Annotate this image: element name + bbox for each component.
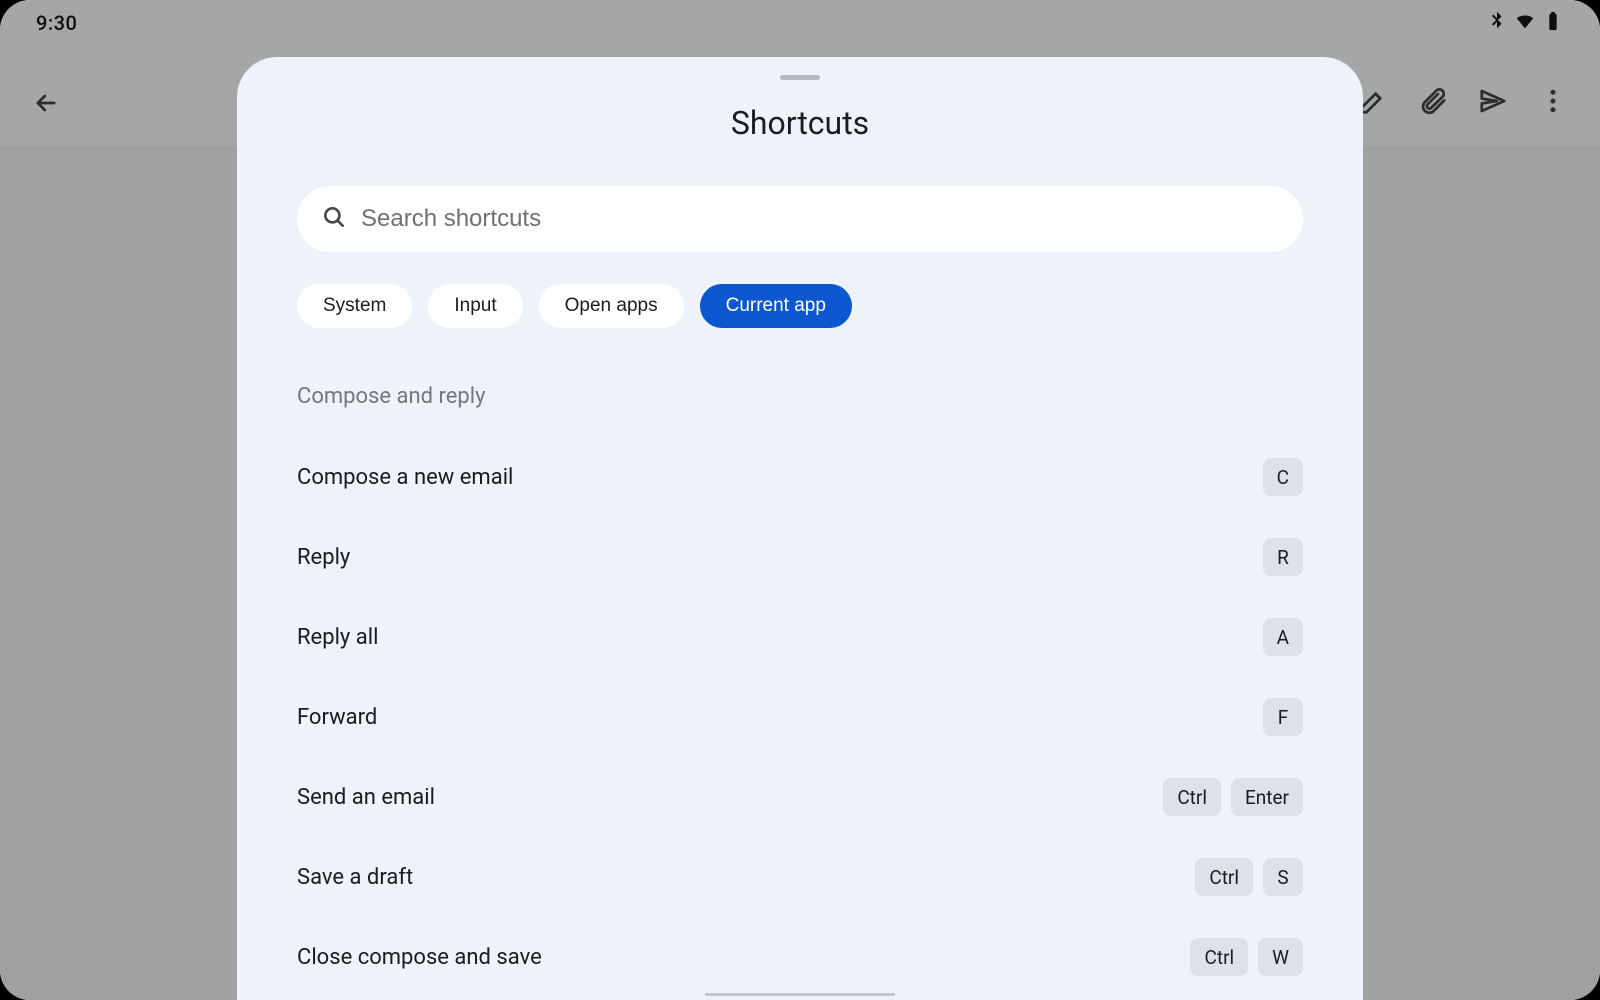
chip-system[interactable]: System xyxy=(297,284,412,328)
key: Ctrl xyxy=(1190,938,1248,976)
shortcut-row: Save a draft Ctrl S xyxy=(297,837,1303,917)
shortcut-row: Close compose and save Ctrl W xyxy=(297,917,1303,997)
shortcut-row: Send an email Ctrl Enter xyxy=(297,757,1303,837)
sheet-title: Shortcuts xyxy=(237,104,1363,142)
shortcut-keys: A xyxy=(1263,618,1303,656)
battery-icon xyxy=(1542,10,1564,36)
chip-current-app[interactable]: Current app xyxy=(700,284,852,328)
key: Ctrl xyxy=(1195,858,1253,896)
status-icons xyxy=(1486,10,1564,36)
bluetooth-icon xyxy=(1486,10,1508,36)
status-time: 9:30 xyxy=(36,11,77,35)
chip-open-apps[interactable]: Open apps xyxy=(539,284,684,328)
sheet-body: System Input Open apps Current app Compo… xyxy=(237,142,1363,1000)
shortcut-keys: Ctrl W xyxy=(1190,938,1303,976)
search-icon xyxy=(321,204,347,234)
shortcut-list: Compose a new email C Reply R Reply all … xyxy=(297,437,1303,997)
key: A xyxy=(1263,618,1303,656)
shortcut-label: Reply all xyxy=(297,625,378,650)
shortcut-keys: C xyxy=(1263,458,1303,496)
shortcut-label: Reply xyxy=(297,545,350,570)
key: C xyxy=(1263,458,1303,496)
shortcut-row: Forward F xyxy=(297,677,1303,757)
shortcut-keys: Ctrl Enter xyxy=(1163,778,1303,816)
status-bar: 9:30 xyxy=(0,0,1600,46)
search-input[interactable] xyxy=(361,205,1279,233)
shortcut-keys: F xyxy=(1263,698,1303,736)
shortcut-row: Reply all A xyxy=(297,597,1303,677)
key: Enter xyxy=(1231,778,1303,816)
wifi-icon xyxy=(1514,10,1536,36)
device-frame: 9:30 Shortcuts System Input Open apps Cu… xyxy=(0,0,1600,1000)
key: R xyxy=(1263,538,1303,576)
key: S xyxy=(1263,858,1303,896)
shortcut-row: Compose a new email C xyxy=(297,437,1303,517)
search-field[interactable] xyxy=(297,186,1303,252)
shortcut-keys: R xyxy=(1263,538,1303,576)
shortcut-label: Save a draft xyxy=(297,865,413,890)
shortcuts-sheet: Shortcuts System Input Open apps Current… xyxy=(237,57,1363,1000)
shortcut-label: Compose a new email xyxy=(297,465,513,490)
chip-input[interactable]: Input xyxy=(428,284,522,328)
section-heading: Compose and reply xyxy=(297,384,1303,409)
drag-handle[interactable] xyxy=(780,75,820,80)
key: W xyxy=(1258,938,1303,976)
shortcut-label: Close compose and save xyxy=(297,945,542,970)
filter-chips: System Input Open apps Current app xyxy=(297,284,1303,328)
key: F xyxy=(1263,698,1303,736)
shortcut-label: Forward xyxy=(297,705,377,730)
nav-hint xyxy=(705,993,895,996)
shortcut-row: Reply R xyxy=(297,517,1303,597)
key: Ctrl xyxy=(1163,778,1221,816)
shortcut-label: Send an email xyxy=(297,785,435,810)
shortcut-keys: Ctrl S xyxy=(1195,858,1303,896)
